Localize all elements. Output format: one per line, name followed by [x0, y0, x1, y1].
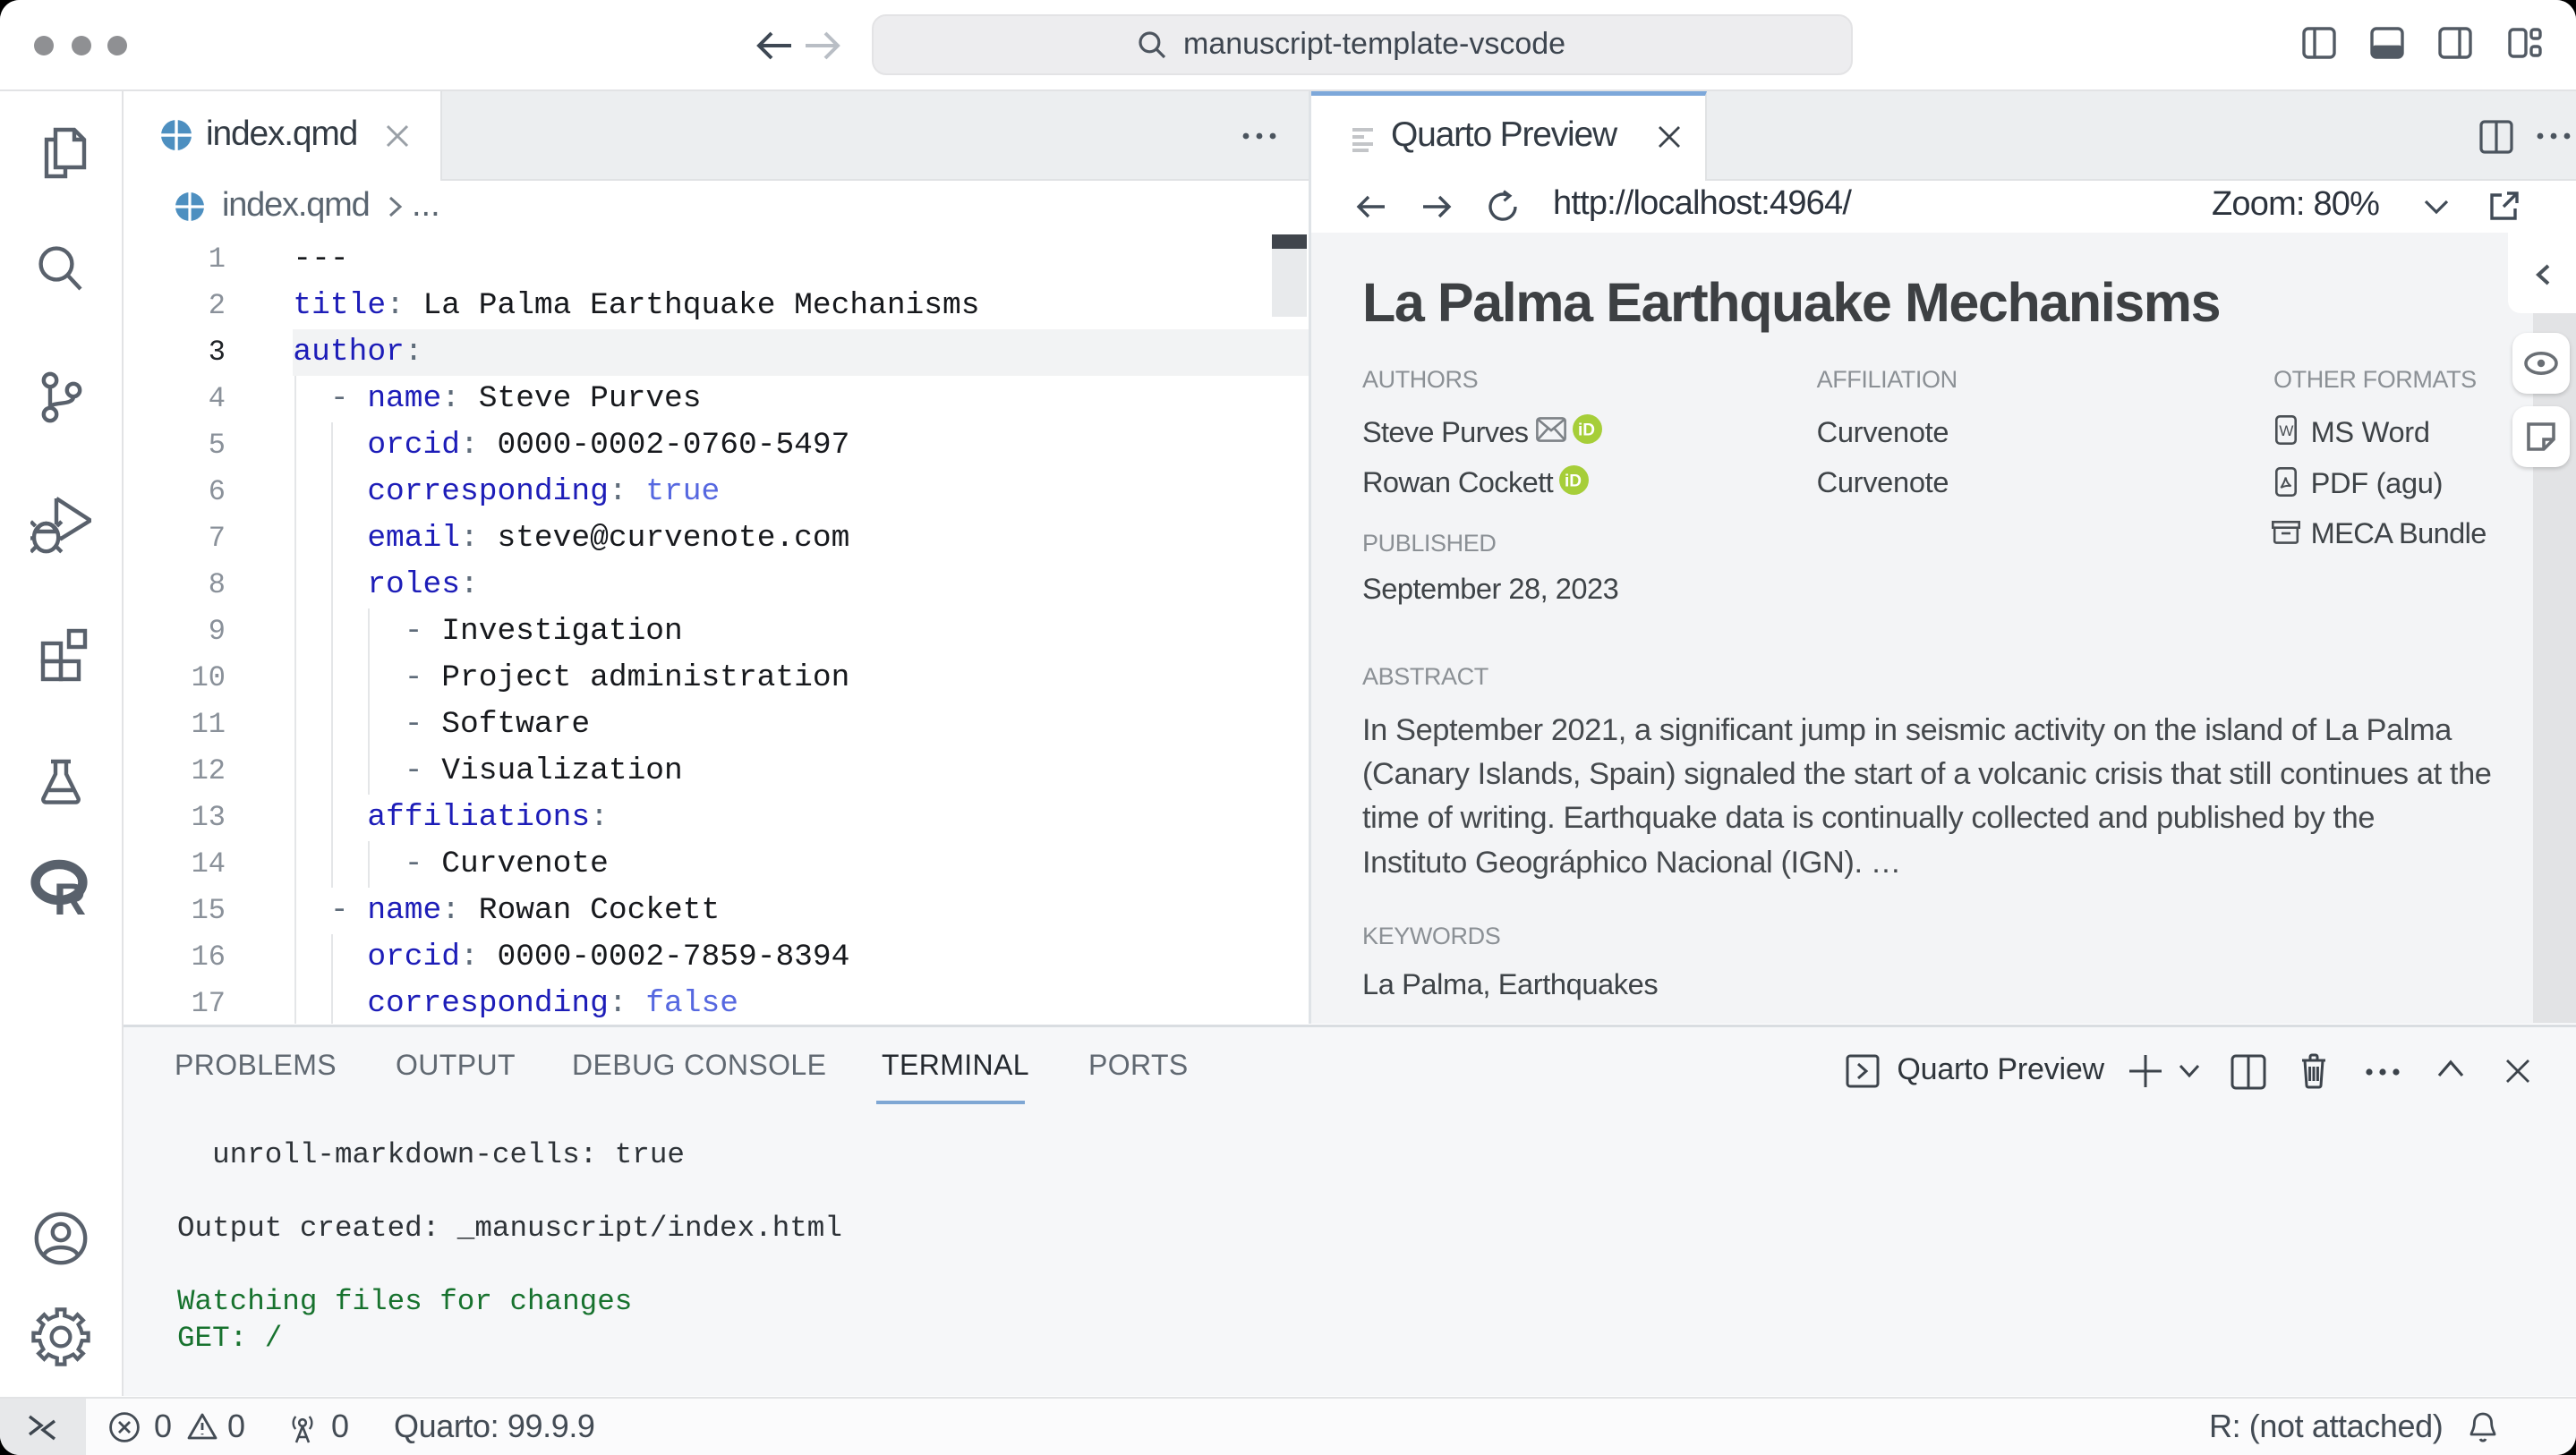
- svg-text:R: R: [54, 874, 86, 920]
- svg-text:W: W: [2280, 422, 2294, 439]
- svg-text:iD: iD: [1578, 421, 1595, 440]
- svg-text:iD: iD: [1565, 472, 1582, 490]
